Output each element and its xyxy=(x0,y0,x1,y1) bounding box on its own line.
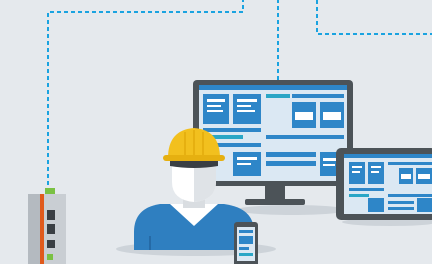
monitor-row xyxy=(203,128,261,132)
gateway-port xyxy=(47,210,55,220)
monitor-line xyxy=(207,110,223,112)
monitor-shadow xyxy=(236,205,348,215)
phone-line xyxy=(239,247,249,250)
tablet-line xyxy=(352,171,360,173)
phone-card xyxy=(239,236,253,244)
phone-line xyxy=(239,230,253,233)
tablet-line xyxy=(352,166,362,168)
tablet-row xyxy=(388,207,414,210)
gateway-port xyxy=(47,240,55,248)
gateway-led-connector xyxy=(45,188,55,195)
monitor-line xyxy=(237,105,251,107)
tablet-row xyxy=(349,194,369,197)
tablet-row xyxy=(349,188,384,191)
iot-illustration xyxy=(0,0,432,264)
gateway-icon xyxy=(28,188,66,264)
monitor-card-window xyxy=(295,112,313,120)
monitor-line xyxy=(207,99,225,102)
monitor-line xyxy=(237,110,255,112)
monitor-line xyxy=(237,163,251,165)
monitor-bar xyxy=(266,94,290,98)
gateway-side xyxy=(28,194,40,264)
monitor-panel-b xyxy=(233,94,261,124)
phone-icon xyxy=(234,222,258,264)
monitor-topbar xyxy=(199,85,347,90)
tablet-topbar xyxy=(344,154,432,158)
tablet-line xyxy=(371,166,381,168)
tablet-line xyxy=(371,171,379,173)
gateway-status-led xyxy=(47,254,53,260)
monitor-neck xyxy=(265,186,285,200)
monitor-line xyxy=(237,99,257,102)
monitor-card-window xyxy=(323,112,341,120)
tablet-icon xyxy=(336,148,432,220)
tablet-card-window xyxy=(418,174,430,179)
monitor-line xyxy=(237,157,257,160)
monitor-row xyxy=(266,161,316,166)
gateway-port xyxy=(47,224,55,234)
gateway-orange-stripe xyxy=(40,194,44,264)
phone-line xyxy=(239,253,253,256)
monitor-base xyxy=(245,199,305,205)
monitor-line xyxy=(323,164,335,166)
tablet-row xyxy=(388,201,414,204)
tablet-card-window xyxy=(401,174,411,179)
tablet-panel-d xyxy=(417,198,432,212)
monitor-row xyxy=(266,152,316,157)
monitor-line xyxy=(207,105,221,107)
illustration-svg xyxy=(0,0,432,264)
tablet-bar xyxy=(388,162,432,165)
monitor-panel-a xyxy=(203,94,229,124)
monitor-row xyxy=(266,135,344,139)
monitor-bar xyxy=(292,94,344,98)
tablet-panel-c xyxy=(368,198,384,212)
tablet-row xyxy=(388,194,432,197)
